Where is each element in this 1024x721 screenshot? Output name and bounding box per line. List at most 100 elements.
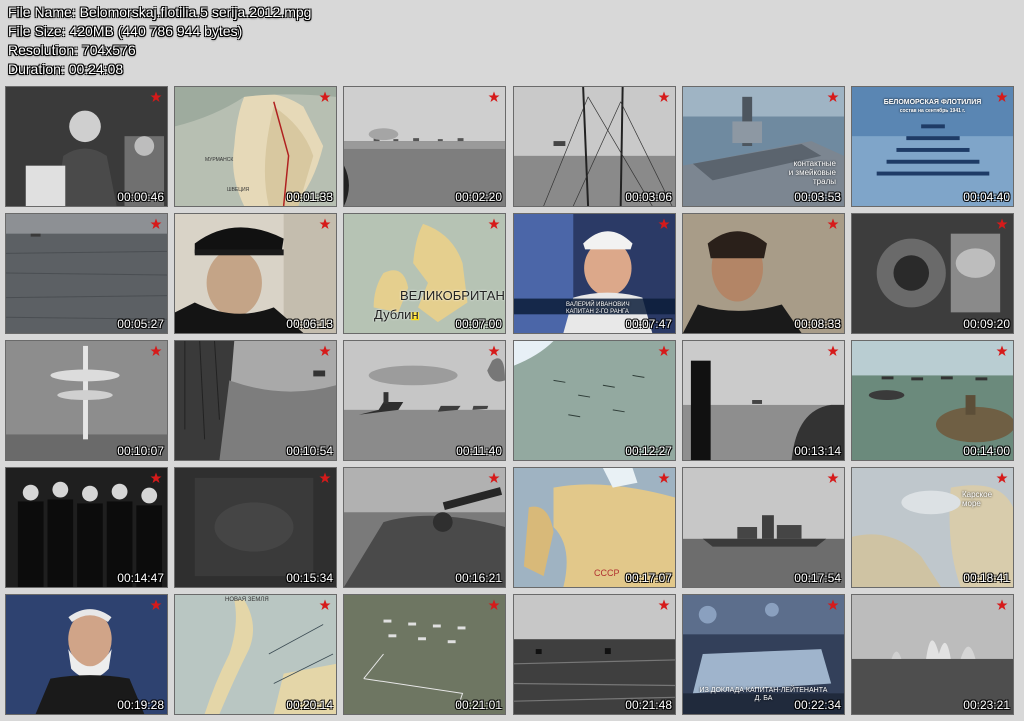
thumbnail-frame — [344, 341, 505, 460]
video-thumbnail[interactable]: 00:13:14 — [682, 340, 845, 461]
resolution-text: Resolution: 704x576 — [8, 42, 136, 58]
thumbnail-timestamp: 00:20:14 — [286, 698, 333, 712]
thumbnail-frame — [344, 87, 505, 206]
thumbnail-timestamp: 00:22:34 — [794, 698, 841, 712]
thumbnail-frame — [175, 87, 336, 206]
video-thumbnail[interactable]: 00:19:28 — [5, 594, 168, 715]
star-icon — [658, 91, 670, 102]
video-thumbnail[interactable]: 00:03:06 — [513, 86, 676, 207]
video-thumbnail[interactable]: контактные и змейковые тралы 00:03:53 — [682, 86, 845, 207]
star-icon — [827, 599, 839, 610]
star-icon — [827, 91, 839, 102]
star-icon — [319, 218, 331, 229]
video-thumbnail[interactable]: 00:10:54 — [174, 340, 337, 461]
thumbnail-timestamp: 00:12:27 — [625, 444, 672, 458]
star-icon — [150, 91, 162, 102]
thumbnail-frame — [852, 595, 1013, 714]
video-thumbnail[interactable]: 00:09:20 — [851, 213, 1014, 334]
thumbnail-frame — [6, 87, 167, 206]
star-icon — [319, 472, 331, 483]
thumbnail-frame — [514, 595, 675, 714]
thumbnail-frame — [6, 341, 167, 460]
thumbnail-timestamp: 00:14:00 — [963, 444, 1010, 458]
star-icon — [488, 91, 500, 102]
thumbnail-frame — [852, 341, 1013, 460]
video-thumbnail[interactable]: ВАЛЕРИЙ ИВАНОВИЧ КАПИТАН 2-ГО РАНГА 00:07:… — [513, 213, 676, 334]
thumbnail-timestamp: 00:16:21 — [455, 571, 502, 585]
file-info-header: File Name: Belomorskaj.flotilia.5 serija… — [8, 3, 311, 79]
thumbnail-timestamp: 00:17:07 — [625, 571, 672, 585]
video-thumbnail[interactable]: СССР 00:17:07 — [513, 467, 676, 588]
thumbnail-frame — [683, 468, 844, 587]
video-thumbnail[interactable]: МУРМАНСК ШВЕЦИЯ 00:01:33 — [174, 86, 337, 207]
name-caption: ВАЛЕРИЙ ИВАНОВИЧ КАПИТАН 2-ГО РАНГА — [566, 302, 630, 315]
thumbnail-timestamp: 00:23:21 — [963, 698, 1010, 712]
map-label-sea: Карское море — [962, 490, 993, 508]
thumbnail-frame — [852, 468, 1013, 587]
thumbnail-timestamp: 00:07:47 — [625, 317, 672, 331]
map-label: ШВЕЦИЯ — [227, 187, 250, 193]
star-icon — [150, 472, 162, 483]
thumbnail-frame — [514, 87, 675, 206]
thumbnail-timestamp: 00:13:14 — [794, 444, 841, 458]
thumbnail-timestamp: 00:01:33 — [286, 190, 333, 204]
star-icon — [319, 599, 331, 610]
file-size-text: File Size: 420MB (440 786 944 bytes) — [8, 23, 243, 39]
thumbnail-timestamp: 00:03:53 — [794, 190, 841, 204]
frame-caption: БЕЛОМОРСКАЯ ФЛОТИЛИЯ состав на сентябрь 1… — [883, 99, 982, 114]
video-thumbnail[interactable]: 00:15:34 — [174, 467, 337, 588]
thumbnail-frame — [344, 595, 505, 714]
video-thumbnail[interactable]: 00:02:20 — [343, 86, 506, 207]
video-thumbnail[interactable]: ИЗ ДОКЛАДА КАПИТАН-ЛЕЙТЕНАНТА Д. БА 00:22:… — [682, 594, 845, 715]
thumbnail-timestamp: 00:18:41 — [963, 571, 1010, 585]
star-icon — [996, 218, 1008, 229]
thumbnail-frame — [344, 214, 505, 333]
thumbnail-timestamp: 00:02:20 — [455, 190, 502, 204]
thumbnail-frame — [6, 595, 167, 714]
thumbnail-timestamp: 00:07:00 — [455, 317, 502, 331]
thumbnail-frame — [514, 341, 675, 460]
video-thumbnail[interactable]: 00:17:54 — [682, 467, 845, 588]
star-icon — [488, 218, 500, 229]
thumbnail-frame — [852, 214, 1013, 333]
star-icon — [996, 472, 1008, 483]
star-icon — [488, 472, 500, 483]
thumbnail-frame — [6, 468, 167, 587]
star-icon — [658, 472, 670, 483]
star-icon — [319, 91, 331, 102]
star-icon — [658, 345, 670, 356]
video-thumbnail[interactable]: БЕЛОМОРСКАЯ ФЛОТИЛИЯ состав на сентябрь 1… — [851, 86, 1014, 207]
thumbnail-frame — [683, 341, 844, 460]
map-label: МУРМАНСК — [205, 157, 234, 163]
thumbnail-frame — [344, 468, 505, 587]
star-icon — [488, 599, 500, 610]
video-thumbnail[interactable]: 00:08:33 — [682, 213, 845, 334]
thumbnail-timestamp: 00:17:54 — [794, 571, 841, 585]
video-thumbnail[interactable]: 00:23:21 — [851, 594, 1014, 715]
video-thumbnail[interactable]: 00:14:00 — [851, 340, 1014, 461]
video-thumbnail[interactable]: 00:05:27 — [5, 213, 168, 334]
thumbnail-frame — [683, 87, 844, 206]
video-thumbnail[interactable]: ВЕЛИКОБРИТАН Дублин 00:07:00 — [343, 213, 506, 334]
star-icon — [827, 218, 839, 229]
video-thumbnail[interactable]: 00:21:01 — [343, 594, 506, 715]
thumbnail-frame — [175, 214, 336, 333]
video-thumbnail[interactable]: 00:00:46 — [5, 86, 168, 207]
video-thumbnail[interactable]: 00:12:27 — [513, 340, 676, 461]
video-thumbnail[interactable]: 00:11:40 — [343, 340, 506, 461]
thumbnail-timestamp: 00:05:27 — [117, 317, 164, 331]
map-label: НОВАЯ ЗЕМЛЯ — [225, 597, 269, 603]
video-thumbnail[interactable]: 00:10:07 — [5, 340, 168, 461]
video-thumbnail[interactable]: 00:06:13 — [174, 213, 337, 334]
thumbnail-timestamp: 00:21:01 — [455, 698, 502, 712]
star-icon — [319, 345, 331, 356]
star-icon — [150, 345, 162, 356]
video-thumbnail[interactable]: 00:21:48 — [513, 594, 676, 715]
thumbnail-timestamp: 00:19:28 — [117, 698, 164, 712]
video-thumbnail[interactable]: НОВАЯ ЗЕМЛЯ 00:20:14 — [174, 594, 337, 715]
map-label-britain: ВЕЛИКОБРИТАН — [400, 288, 505, 303]
video-thumbnail[interactable]: 00:16:21 — [343, 467, 506, 588]
video-thumbnail[interactable]: 00:14:47 — [5, 467, 168, 588]
video-thumbnail[interactable]: Карское море 00:18:41 — [851, 467, 1014, 588]
thumbnail-timestamp: 00:08:33 — [794, 317, 841, 331]
